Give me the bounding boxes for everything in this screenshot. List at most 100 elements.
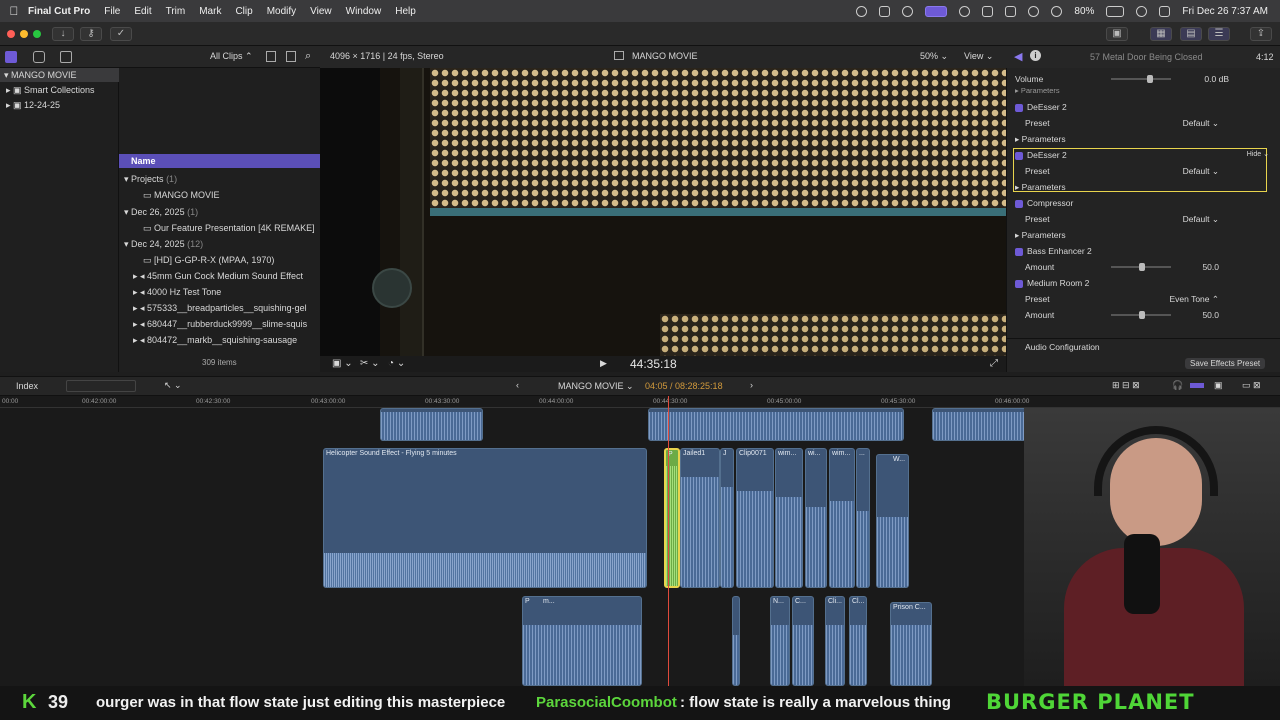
volume-knob[interactable] — [1147, 75, 1153, 83]
effect-enable-checkbox[interactable] — [1015, 279, 1023, 288]
wim-clip[interactable]: wim... — [775, 448, 803, 588]
menu-help[interactable]: Help — [395, 6, 416, 17]
amount-knob[interactable] — [1139, 311, 1145, 319]
playhead[interactable] — [668, 396, 669, 686]
zoom-dropdown[interactable]: 50% ⌄ — [920, 51, 948, 62]
clip-filter-dropdown[interactable]: All Clips ⌃ — [210, 51, 253, 62]
preset-dropdown[interactable]: Default ⌄ — [1183, 115, 1219, 131]
trim-tool-icon[interactable]: ✂ ⌄ — [360, 358, 380, 369]
list-item[interactable]: ▸ ◂ 680447__rubberduck9999__slime-squis — [119, 316, 321, 332]
audio-clip[interactable] — [648, 408, 904, 441]
list-item[interactable]: ▸ ◂ 575333__breadparticles__squishing-ge… — [119, 300, 321, 316]
library-mango-movie[interactable]: ▾ MANGO MOVIE — [0, 68, 119, 82]
edit-buttons-icon[interactable] — [66, 380, 136, 392]
apple-icon[interactable]:  — [0, 4, 28, 18]
group-dec-24[interactable]: ▾ Dec 24, 2025 (12) — [119, 236, 321, 252]
fullscreen-icon[interactable]: ⤢ — [990, 358, 998, 369]
event-12-24-25[interactable]: ▸ ▣ 12-24-25 — [0, 98, 119, 112]
snapping-icon[interactable] — [1190, 383, 1204, 388]
preset-dropdown[interactable]: Even Tone ⌃ — [1170, 291, 1220, 307]
effect-enable-checkbox[interactable] — [1015, 199, 1023, 208]
info-icon[interactable]: i — [1030, 50, 1041, 61]
share-button[interactable]: ⇪ — [1250, 27, 1272, 41]
menu-view[interactable]: View — [310, 6, 332, 17]
menu-trim[interactable]: Trim — [166, 6, 186, 17]
effect-medium-room[interactable]: Medium Room 2 — [1015, 275, 1273, 291]
effect-compressor[interactable]: Compressor — [1015, 195, 1273, 211]
speed-icon[interactable]: ◔ ⌄ — [388, 358, 405, 369]
minimize-window-button[interactable] — [20, 30, 28, 38]
inspector-toggle-button[interactable]: ☰ — [1208, 27, 1230, 41]
library-layout-button[interactable]: ▣ — [1106, 27, 1128, 41]
cli-clip[interactable]: Cli... — [825, 596, 845, 686]
search-icon[interactable] — [1136, 5, 1148, 17]
amount-value[interactable]: 50.0 — [1202, 259, 1219, 275]
audio-clip[interactable] — [380, 408, 483, 441]
wifi-icon[interactable] — [1051, 5, 1063, 17]
list-item[interactable]: ▸ ◂ 45mm Gun Cock Medium Sound Effect — [119, 268, 321, 284]
menu-mark[interactable]: Mark — [199, 6, 221, 17]
parameters-row[interactable]: ▸ Parameters — [1015, 179, 1273, 195]
effect-deesser-1[interactable]: DeEsser 2 — [1015, 99, 1273, 115]
effect-enable-checkbox[interactable] — [1015, 247, 1023, 256]
menu-window[interactable]: Window — [346, 6, 382, 17]
list-item[interactable]: ▭ MANGO MOVIE — [119, 187, 321, 203]
wim2-clip[interactable]: wim... — [829, 448, 855, 588]
selected-clip[interactable]: P — [664, 448, 680, 588]
w-clip[interactable]: W... — [876, 454, 909, 588]
audio-skimming-icon[interactable]: 🎧 — [1172, 380, 1183, 391]
history-forward-icon[interactable]: › — [750, 380, 753, 390]
list-item[interactable]: ▸ ◂ 4000 Hz Test Tone — [119, 284, 321, 300]
clip0071[interactable]: Clip0071 — [736, 448, 774, 588]
volume-icon[interactable] — [982, 5, 994, 17]
background-tasks-button[interactable]: ✓ — [110, 27, 132, 41]
n-clip[interactable]: N... — [770, 596, 790, 686]
screen-share-icon[interactable] — [925, 5, 948, 17]
wi-clip[interactable]: wi... — [805, 448, 827, 588]
p-clip-group[interactable]: Pm... — [522, 596, 642, 686]
clock[interactable]: Fri Dec 26 7:37 AM — [1182, 6, 1268, 17]
parameters-row[interactable]: ▸ Parameters — [1015, 227, 1273, 243]
effects-browser-icon[interactable]: ▣ — [1214, 380, 1223, 391]
battery-icon[interactable] — [1106, 5, 1125, 17]
effect-bass-enhancer[interactable]: Bass Enhancer 2 — [1015, 243, 1273, 259]
display-icon[interactable] — [1005, 5, 1017, 17]
play-status-icon[interactable] — [959, 5, 971, 17]
menu-modify[interactable]: Modify — [267, 6, 296, 17]
close-window-button[interactable] — [7, 30, 15, 38]
grid-status-icon[interactable] — [879, 5, 891, 17]
record-status-icon[interactable] — [856, 5, 868, 17]
preset-dropdown[interactable]: Default ⌄ — [1183, 211, 1219, 227]
helicopter-clip[interactable]: Helicopter Sound Effect - Flying 5 minut… — [323, 448, 647, 588]
audio-inspector-icon[interactable]: ◀ — [1014, 50, 1022, 63]
photos-audio-icon[interactable] — [33, 51, 45, 63]
group-dec-26[interactable]: ▾ Dec 26, 2025 (1) — [119, 204, 321, 220]
index-button[interactable]: Index — [16, 381, 38, 391]
import-button[interactable]: ↓ — [52, 27, 74, 41]
view-dropdown[interactable]: View ⌄ — [964, 51, 993, 62]
amount-value[interactable]: 50.0 — [1202, 307, 1219, 323]
amount-knob[interactable] — [1139, 263, 1145, 271]
c-clip[interactable]: C... — [792, 596, 814, 686]
libraries-icon[interactable] — [5, 51, 17, 63]
keyword-button[interactable]: ⚷ — [80, 27, 102, 41]
cl-clip[interactable]: Cl... — [849, 596, 867, 686]
timeline-ruler[interactable]: 00:00 00:42:00:00 00:42:30:00 00:43:00:0… — [0, 396, 1280, 408]
prison-clip[interactable]: Prison C... — [890, 602, 932, 686]
list-item[interactable]: ▭ Our Feature Presentation [4K REMAKE] — [119, 220, 321, 236]
parameters-row[interactable]: ▸ Parameters — [1015, 83, 1273, 99]
jailed-clip[interactable]: Jailed1 — [680, 448, 720, 588]
amount-slider[interactable] — [1111, 263, 1171, 271]
select-tool-icon[interactable]: ↖ ⌄ — [164, 380, 182, 391]
parameters-row[interactable]: ▸ Parameters — [1015, 131, 1273, 147]
search-icon[interactable]: ⌕ — [305, 50, 311, 63]
effect-deesser-2[interactable]: DeEsser 2 Hide ⌄ — [1015, 147, 1273, 163]
clip-appearance-icon[interactable]: ⊞ ⊟ ⊠ — [1112, 380, 1140, 391]
menu-edit[interactable]: Edit — [134, 6, 151, 17]
zoom-window-button[interactable] — [33, 30, 41, 38]
control-center-icon[interactable] — [1159, 5, 1171, 17]
menu-clip[interactable]: Clip — [235, 6, 252, 17]
list-view-icon[interactable] — [266, 51, 276, 62]
effect-enable-checkbox[interactable] — [1015, 103, 1023, 112]
project-dropdown[interactable]: MANGO MOVIE ⌄ — [558, 381, 634, 392]
